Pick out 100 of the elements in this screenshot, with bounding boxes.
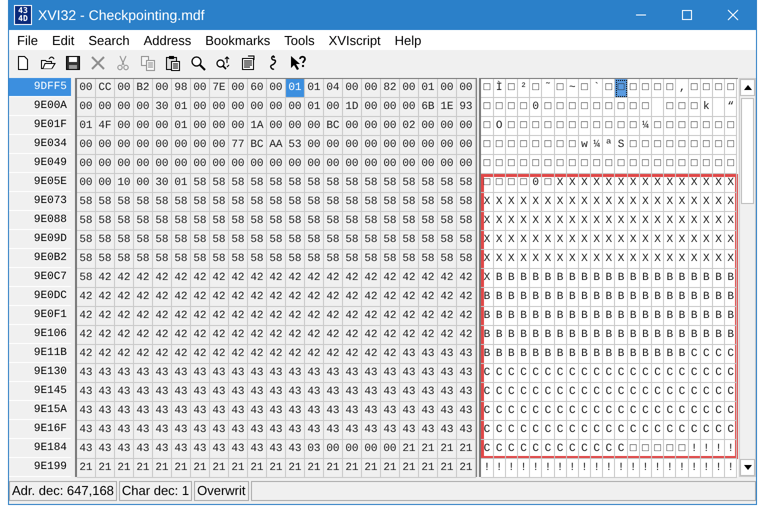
- hex-byte-cell: 58: [248, 212, 267, 231]
- hex-byte-cell: 21: [456, 459, 476, 478]
- char-cell: □: [676, 136, 689, 155]
- char-cell: □: [664, 98, 676, 117]
- document-list-icon[interactable]: [240, 55, 256, 71]
- menu-item[interactable]: XVIscript: [324, 32, 387, 48]
- hex-byte-cell: 42: [152, 269, 172, 288]
- hex-byte-cell: 00: [76, 174, 96, 193]
- maximize-icon[interactable]: [681, 9, 693, 21]
- menu-item[interactable]: Address: [140, 32, 198, 48]
- char-cell: X: [688, 212, 701, 231]
- hex-byte-cell: 43: [324, 402, 343, 421]
- hex-byte-cell: 43: [114, 440, 134, 459]
- char-cell: B: [578, 269, 592, 288]
- char-cell: C: [725, 383, 738, 402]
- hex-byte-cell: 43: [400, 364, 419, 383]
- hex-byte-cell: 43: [172, 402, 191, 421]
- char-cell: C: [566, 402, 579, 421]
- char-cell: X: [603, 174, 616, 193]
- hex-byte-cell: 42: [286, 345, 305, 364]
- char-cell: X: [652, 231, 664, 250]
- char-cell: B: [640, 307, 652, 326]
- hex-byte-cell: 58: [228, 231, 248, 250]
- hex-byte-cell: 43: [210, 421, 229, 440]
- hex-byte-cell: 42: [342, 269, 362, 288]
- hex-byte-cell: 43: [96, 383, 115, 402]
- char-cell: B: [530, 307, 542, 326]
- hex-byte-cell: 21: [134, 459, 153, 478]
- char-cell: X: [712, 193, 726, 212]
- char-cell: C: [712, 421, 726, 440]
- menu-item[interactable]: Edit: [48, 32, 80, 48]
- menu-item[interactable]: Tools: [280, 32, 321, 48]
- open-folder-icon[interactable]: [40, 55, 56, 71]
- hex-byte-cell: 58: [228, 212, 248, 231]
- magnifier-arrows-icon[interactable]: [215, 55, 231, 71]
- hex-byte-cell: 58: [114, 250, 134, 269]
- new-document-icon[interactable]: [15, 55, 31, 71]
- char-cell: X: [542, 212, 554, 231]
- char-cell: B: [542, 345, 554, 364]
- char-cell: X: [506, 250, 518, 269]
- hex-byte-cell: 58: [380, 212, 400, 231]
- hex-byte-cell: 43: [456, 364, 476, 383]
- hex-byte-cell: 42: [456, 326, 476, 345]
- hex-byte-cell: 00: [400, 136, 419, 155]
- hex-byte-cell: 01: [172, 98, 191, 117]
- menu-item[interactable]: Help: [390, 32, 428, 48]
- char-cell: X: [554, 212, 567, 231]
- hex-byte-cell: 00: [76, 155, 96, 174]
- scroll-down-button[interactable]: [740, 459, 756, 476]
- char-cell: B: [566, 307, 579, 326]
- menu-item[interactable]: File: [13, 32, 44, 48]
- help-pointer-icon[interactable]: [290, 55, 306, 71]
- char-cell: □: [494, 174, 506, 193]
- scroll-up-button[interactable]: [740, 79, 756, 96]
- char-cell: C: [676, 364, 689, 383]
- menu-item[interactable]: Search: [84, 32, 136, 48]
- hex-byte-cell: 58: [286, 174, 305, 193]
- char-cell: □: [725, 79, 738, 98]
- char-cell: X: [664, 193, 676, 212]
- close-icon[interactable]: [727, 9, 739, 21]
- char-cell: !: [554, 459, 567, 478]
- char-cell: □: [640, 440, 652, 459]
- hex-byte-cell: 58: [286, 250, 305, 269]
- hex-byte-cell: 43: [76, 402, 96, 421]
- char-cell: □: [688, 155, 701, 174]
- char-cell: X: [628, 212, 640, 231]
- menu-item[interactable]: Bookmarks: [201, 32, 276, 48]
- hex-byte-cell: 42: [190, 288, 210, 307]
- hex-byte-cell: 00: [96, 174, 115, 193]
- char-cell: X: [652, 174, 664, 193]
- magnifier-icon[interactable]: [190, 55, 206, 71]
- hex-byte-cell: 00: [324, 155, 343, 174]
- hex-byte-cell: 00: [380, 136, 400, 155]
- char-cell: B: [494, 307, 506, 326]
- char-cell: X: [652, 193, 664, 212]
- hex-byte-cell: 58: [210, 174, 229, 193]
- char-cell: □: [640, 155, 652, 174]
- hex-byte-cell: 21: [456, 440, 476, 459]
- hex-byte-cell: 42: [172, 307, 191, 326]
- scroll-thumb[interactable]: [741, 98, 754, 204]
- char-cell: C: [615, 421, 628, 440]
- hex-byte-cell: 42: [286, 288, 305, 307]
- char-cell: X: [578, 250, 592, 269]
- char-cell: !: [700, 440, 713, 459]
- scrollbar[interactable]: [739, 78, 756, 477]
- char-cell: C: [542, 364, 554, 383]
- hex-byte-cell: 42: [304, 269, 324, 288]
- hex-byte-cell: 00: [418, 155, 438, 174]
- hex-byte-cell: 42: [228, 269, 248, 288]
- hex-byte-cell: 43: [266, 402, 286, 421]
- hex-byte-cell: 01: [172, 117, 191, 136]
- char-cell: X: [542, 193, 554, 212]
- hex-byte-cell: 58: [134, 231, 153, 250]
- char-cell: !: [700, 459, 713, 478]
- char-cell: C: [688, 402, 701, 421]
- hex-byte-cell: 42: [418, 288, 438, 307]
- char-cell: □: [676, 155, 689, 174]
- char-cell: □: [652, 136, 664, 155]
- clipboard-icon[interactable]: [165, 55, 181, 71]
- char-cell: B: [603, 345, 616, 364]
